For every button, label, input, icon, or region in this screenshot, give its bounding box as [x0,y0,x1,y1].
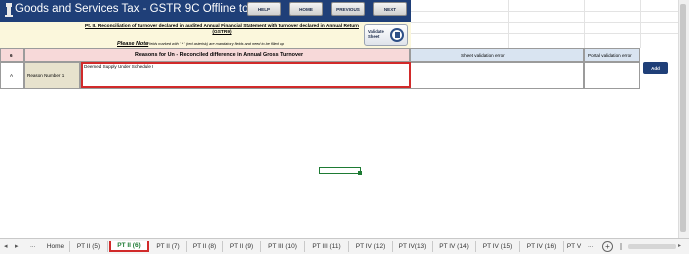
row-label-text: Reason Number 1 [27,73,65,78]
active-cell-cursor[interactable] [319,167,361,174]
fill-handle[interactable] [358,171,362,175]
sheet-gridline [411,11,678,12]
vertical-scrollbar-thumb[interactable] [680,4,686,232]
app-title: Goods and Services Tax - GSTR 9C Offline… [15,3,258,15]
document-check-icon [390,28,404,42]
tab-pt-iv-12[interactable]: PT IV (12) [349,241,393,252]
tab-pt-ii-6[interactable]: PT II (6) [109,241,149,252]
tab-pt-iv-15[interactable]: PT IV (15) [476,241,520,252]
header-sheet-error-text: Sheet validation error [461,53,505,58]
sheet-gridline [508,0,509,48]
tab-pt-iii-10[interactable]: PT III (10) [261,241,305,252]
header-cell-reasons: Reasons for Un - Reconciled difference i… [24,48,410,62]
tab-ellipsis-right[interactable]: ... [588,242,593,249]
sheet-gridline [640,0,641,48]
sheet-gridline [411,33,678,34]
tab-pt-iii-11[interactable]: PT III (11) [305,241,349,252]
horizontal-scrollbar[interactable] [628,244,676,249]
row-index-text: A [10,73,14,78]
scrollbar-divider[interactable] [620,243,622,250]
add-button[interactable]: Add [643,62,668,74]
tab-scroll-right-icon[interactable]: ▸ [15,242,19,250]
header-cell-portal-error: Portal validation error [584,48,640,62]
sheet-gridline [584,0,585,48]
tab-pt-ii-9[interactable]: PT II (9) [223,241,261,252]
note-text: : Fields marked with ' * ' (red asterisk… [145,42,285,46]
note-label: Please Note [117,41,149,47]
home-button[interactable]: HOME [289,2,323,16]
selected-cell-highlight [81,62,411,88]
sheet-error-cell[interactable] [410,62,584,89]
tab-pt-ii-7[interactable]: PT II (7) [150,241,187,252]
tab-pt-iv-14[interactable]: PT IV (14) [433,241,476,252]
tab-home[interactable]: Home [42,241,70,252]
tab-ellipsis-left[interactable]: ... [30,242,35,249]
help-button[interactable]: HELP [247,2,281,16]
header-number-text: 6 [10,53,13,58]
tab-pt-ii-8[interactable]: PT II (8) [187,241,223,252]
header-reasons-text: Reasons for Un - Reconciled difference i… [135,52,304,58]
header-cell-sheet-error: Sheet validation error [410,48,584,62]
scroll-right-icon[interactable]: ▸ [678,242,681,249]
add-sheet-icon[interactable]: + [602,241,613,252]
row-label-cell: Reason Number 1 [24,62,80,89]
header-cell-number: 6 [0,48,24,62]
section-title: Pt. II. Reconciliation of turnover decla… [85,24,359,35]
validate-sheet-label: Validate Sheet [368,29,384,39]
sheet-gridline [411,22,678,23]
tab-pt-ii-5[interactable]: PT II (5) [70,241,108,252]
tab-pt-v[interactable]: PT V [564,241,584,252]
previous-button[interactable]: PREVIOUS [331,2,365,16]
next-button[interactable]: NEXT [373,2,407,16]
tab-pt-iv-13[interactable]: PT IV(13) [393,241,433,252]
header-portal-error-text: Portal validation error [588,53,632,58]
tab-pt-iv-16[interactable]: PT IV (16) [520,241,564,252]
row-index-cell: A [0,62,24,89]
tab-scroll-left-icon[interactable]: ◂ [4,242,8,250]
emblem-logo-icon [5,3,13,17]
portal-error-cell[interactable] [584,62,640,89]
